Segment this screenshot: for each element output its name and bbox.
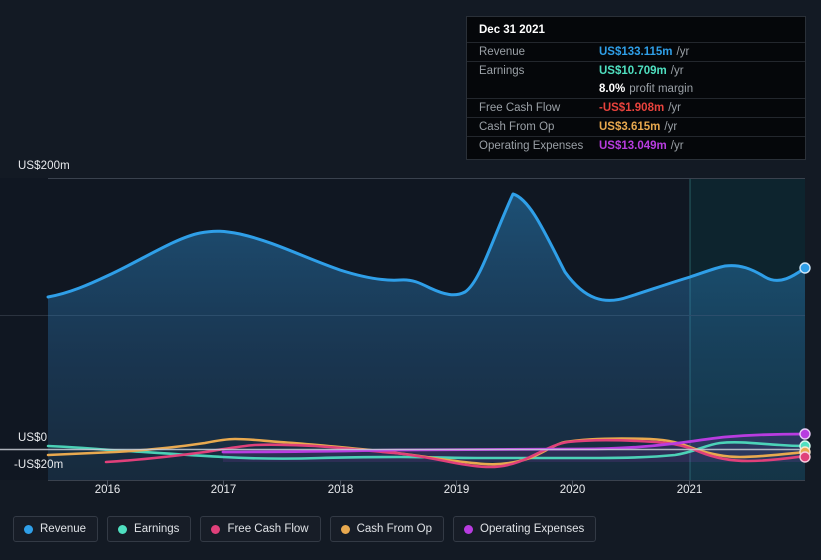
- legend-color-dot-icon: [464, 524, 474, 534]
- tooltip-row: Revenue US$133.115m/yr: [467, 42, 805, 61]
- tooltip-row-unit: /yr: [668, 102, 681, 114]
- legend-item-revenue[interactable]: Revenue: [13, 516, 99, 542]
- endpoint-marker-revenue: [799, 262, 811, 274]
- data-tooltip: Dec 31 2021 Revenue US$133.115m/yr Earning…: [466, 16, 806, 160]
- x-axis-label-2017: 2017: [210, 484, 237, 496]
- tooltip-rows: Revenue US$133.115m/yr Earnings US$10.709m /…: [467, 42, 805, 155]
- y-axis-label-zero: US$0: [18, 432, 48, 444]
- tooltip-row-value: US$3.615m: [599, 121, 661, 133]
- tooltip-row: Cash From Op US$3.615m/yr: [467, 117, 805, 136]
- tooltip-row-key: Earnings: [479, 65, 525, 77]
- legend-color-dot-icon: [211, 524, 221, 534]
- tooltip-row-key: Revenue: [479, 46, 526, 58]
- tooltip-title: Dec 31 2021: [479, 24, 545, 36]
- tooltip-row-key: Cash From Op: [479, 121, 555, 133]
- tooltip-row-value: -US$1.908m: [599, 102, 665, 114]
- legend-color-dot-icon: [118, 524, 128, 534]
- x-axis-label-2021: 2021: [676, 484, 703, 496]
- legend-item-label: Operating Expenses: [480, 523, 585, 535]
- tooltip-row: Earnings US$10.709m/yr: [467, 61, 805, 80]
- legend-item-label: Revenue: [40, 523, 87, 535]
- tooltip-row: Free Cash Flow -US$1.908m/yr: [467, 98, 805, 117]
- legend-item-cash-from-op[interactable]: Cash From Op: [329, 516, 445, 542]
- tooltip-row-unit: /yr: [676, 46, 690, 58]
- tooltip-row-unit: /yr: [670, 65, 684, 77]
- legend-item-label: Cash From Op: [356, 523, 433, 535]
- y-axis-label-top: US$200m: [18, 160, 70, 172]
- tooltip-row-value: US$133.115m: [599, 46, 673, 58]
- endpoint-marker-free-cash-flow: [799, 451, 811, 463]
- x-axis-label-2018: 2018: [327, 484, 354, 496]
- y-axis-label-bottom: -US$20m: [14, 459, 64, 471]
- tooltip-row-value: US$10.709m: [599, 65, 667, 77]
- legend-item-label: Free Cash Flow: [227, 523, 309, 535]
- legend-item-label: Earnings: [134, 523, 180, 535]
- x-axis-label-2020: 2020: [559, 484, 586, 496]
- tooltip-row-unit: /yr: [664, 121, 678, 133]
- tooltip-row: Operating Expenses US$13.049m/yr: [467, 136, 805, 155]
- tooltip-row-key: Operating Expenses: [479, 140, 584, 152]
- legend-item-operating-expenses[interactable]: Operating Expenses: [453, 516, 597, 542]
- legend-item-earnings[interactable]: Earnings: [107, 516, 192, 542]
- legend-item-free-cash-flow[interactable]: Free Cash Flow: [200, 516, 321, 542]
- chart-legend: Revenue Earnings Free Cash Flow Cash From O…: [13, 516, 597, 542]
- legend-color-dot-icon: [24, 524, 33, 534]
- legend-color-dot-icon: [340, 524, 350, 534]
- tooltip-row-value: 8.0%: [599, 83, 626, 95]
- tooltip-row-value: US$13.049m: [599, 140, 667, 152]
- tooltip-row: 8.0% profit margin: [467, 80, 805, 98]
- x-axis-label-2016: 2016: [94, 484, 121, 496]
- x-axis-label-2019: 2019: [443, 484, 470, 496]
- tooltip-row-unit: profit margin: [629, 83, 694, 95]
- endpoint-marker-operating-expenses: [799, 428, 811, 440]
- tooltip-row-key: Free Cash Flow: [479, 102, 561, 114]
- tooltip-row-unit: /yr: [670, 140, 684, 152]
